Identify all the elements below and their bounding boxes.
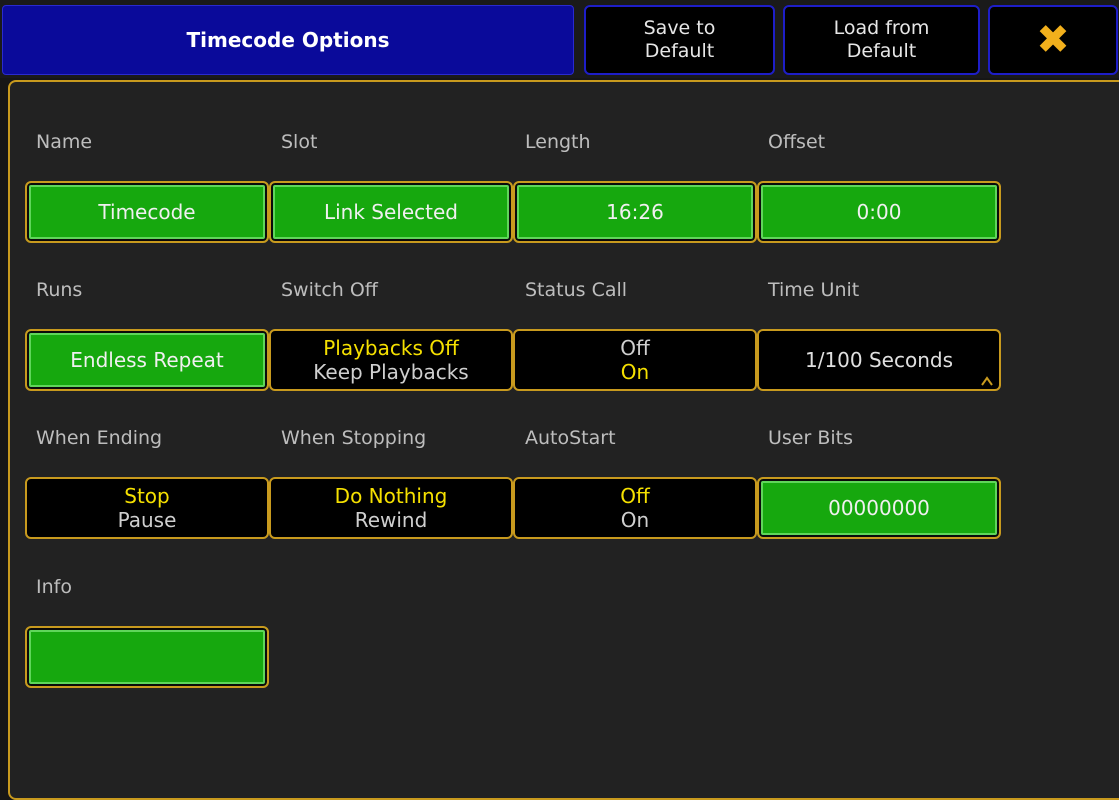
length-field[interactable]: 16:26	[513, 181, 757, 243]
status-call-label: Status Call	[525, 279, 628, 301]
when-ending-toggle[interactable]: Stop Pause	[25, 477, 269, 539]
time-unit-select[interactable]: 1/100 Seconds	[757, 329, 1001, 391]
when-ending-option-pause: Pause	[117, 508, 177, 532]
when-ending-option-stop: Stop	[124, 484, 170, 508]
save-to-default-button[interactable]: Save to Default	[584, 5, 775, 75]
when-stopping-label: When Stopping	[281, 427, 427, 449]
user-bits-field[interactable]: 00000000	[757, 477, 1001, 539]
chevron-up-icon	[981, 376, 993, 386]
close-icon: ✖	[1036, 16, 1070, 63]
switch-off-label: Switch Off	[281, 279, 378, 301]
title-bar: Timecode Options Save to Default Load fr…	[0, 0, 1119, 78]
switch-off-toggle[interactable]: Playbacks Off Keep Playbacks	[269, 329, 513, 391]
info-field[interactable]	[25, 626, 269, 688]
runs-label: Runs	[36, 279, 83, 301]
name-label: Name	[36, 131, 93, 153]
slot-field[interactable]: Link Selected	[269, 181, 513, 243]
autostart-label: AutoStart	[525, 427, 616, 449]
when-ending-label: When Ending	[36, 427, 163, 449]
status-call-option-on: On	[620, 360, 650, 384]
info-label: Info	[36, 576, 72, 598]
dialog-title: Timecode Options	[2, 5, 574, 75]
when-stopping-option-rewind: Rewind	[354, 508, 428, 532]
length-label: Length	[525, 131, 591, 153]
autostart-option-off: Off	[620, 484, 650, 508]
when-stopping-toggle[interactable]: Do Nothing Rewind	[269, 477, 513, 539]
load-from-default-button[interactable]: Load from Default	[783, 5, 980, 75]
autostart-toggle[interactable]: Off On	[513, 477, 757, 539]
user-bits-label: User Bits	[768, 427, 854, 449]
runs-field[interactable]: Endless Repeat	[25, 329, 269, 391]
time-unit-value: 1/100 Seconds	[804, 348, 954, 372]
offset-field[interactable]: 0:00	[757, 181, 1001, 243]
offset-label: Offset	[768, 131, 826, 153]
status-call-toggle[interactable]: Off On	[513, 329, 757, 391]
switch-off-option-keep-playbacks: Keep Playbacks	[313, 360, 469, 384]
switch-off-option-playbacks-off: Playbacks Off	[323, 336, 459, 360]
status-call-option-off: Off	[620, 336, 650, 360]
name-field[interactable]: Timecode	[25, 181, 269, 243]
time-unit-label: Time Unit	[768, 279, 860, 301]
when-stopping-option-do-nothing: Do Nothing	[334, 484, 448, 508]
autostart-option-on: On	[620, 508, 650, 532]
slot-label: Slot	[281, 131, 318, 153]
close-button[interactable]: ✖	[988, 5, 1118, 75]
